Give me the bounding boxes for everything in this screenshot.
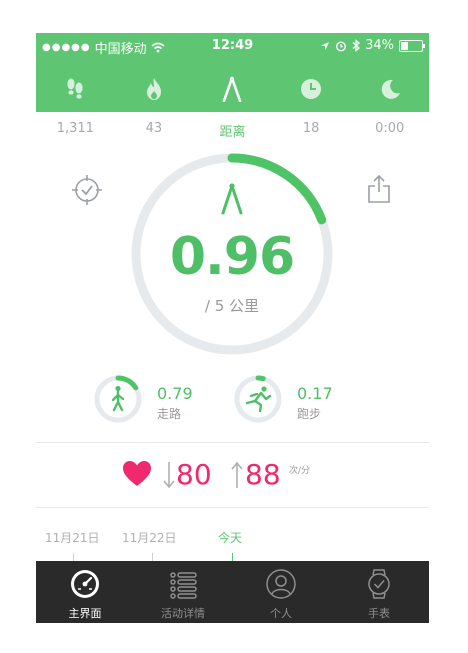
nav-item-profile[interactable]: 个人	[232, 561, 330, 623]
divider	[36, 507, 429, 508]
heart-icon	[123, 461, 151, 486]
walking-label: 走路	[157, 407, 182, 421]
clock-icon	[301, 79, 322, 99]
status-bar: ●●●●● 中国移动 12:49 34%	[36, 33, 429, 59]
steps-value: 1,311	[56, 121, 94, 136]
share-icon[interactable]	[367, 174, 391, 204]
running-icon	[245, 386, 272, 413]
bottom-nav: 主界面 活动详情 个人 手表	[36, 561, 429, 623]
battery-percent: 34%	[365, 38, 394, 53]
nav-item-watch[interactable]: 手表	[330, 561, 428, 623]
tab-active-time[interactable]	[272, 71, 351, 107]
heart-rate-unit: 次/分	[289, 466, 311, 476]
walking-ring	[93, 374, 143, 424]
running-value: 0.17	[297, 384, 333, 403]
nav-label: 个人	[270, 607, 292, 620]
divider	[36, 442, 429, 443]
walking-icon	[111, 385, 125, 412]
footsteps-icon	[67, 78, 83, 99]
arrow-down-icon	[163, 462, 175, 489]
date-item[interactable]: 11月22日	[122, 529, 177, 546]
header-bar: ●●●●● 中国移动 12:49 34%	[36, 33, 429, 112]
distance-center-icon	[221, 183, 243, 215]
location-arrow-icon	[321, 41, 330, 50]
heart-rate-low: 80	[176, 458, 212, 491]
list-icon	[170, 572, 197, 599]
tab-steps[interactable]	[36, 71, 115, 107]
calories-value: 43	[145, 121, 163, 136]
moon-icon	[381, 79, 400, 99]
running-ring	[233, 374, 283, 424]
flame-icon	[146, 78, 161, 100]
metric-values: 1,311 43 距离 18 0:00	[36, 121, 429, 141]
arrow-up-icon	[231, 461, 243, 488]
dashboard-icon	[71, 570, 99, 598]
nav-label: 活动详情	[161, 607, 205, 620]
heart-rate-high: 88	[245, 458, 281, 491]
target-icon[interactable]	[71, 174, 103, 206]
distance-value: 0.96	[169, 227, 295, 287]
tab-calories[interactable]	[115, 71, 194, 107]
alarm-icon	[336, 40, 347, 52]
distance-goal: / 5 公里	[204, 297, 260, 315]
nav-label: 主界面	[68, 607, 102, 620]
nav-label: 手表	[368, 607, 390, 620]
watch-icon	[368, 569, 390, 599]
tab-sleep[interactable]	[350, 71, 429, 107]
nav-item-activity[interactable]: 活动详情	[134, 561, 232, 623]
app-screen: ●●●●● 中国移动 12:49 34% 1,311 43 距离 18 0:00…	[36, 33, 429, 623]
distance-label: 距离	[219, 125, 246, 140]
battery-icon	[399, 39, 425, 52]
timeline-tick	[232, 553, 233, 561]
sleep-value: 0:00	[375, 121, 405, 136]
bluetooth-icon	[352, 39, 361, 52]
timeline-tick	[73, 553, 74, 561]
timeline-tick	[152, 553, 153, 561]
date-item[interactable]: 11月21日	[45, 529, 100, 546]
person-icon	[266, 569, 296, 599]
nav-item-home[interactable]: 主界面	[36, 561, 134, 623]
date-item-today[interactable]: 今天	[218, 529, 242, 546]
compass-distance-icon	[223, 76, 242, 102]
metric-tabs	[36, 71, 429, 107]
running-label: 跑步	[297, 407, 322, 421]
active-time-value: 18	[302, 121, 320, 136]
tab-distance[interactable]	[193, 71, 272, 107]
walking-value: 0.79	[157, 384, 193, 403]
